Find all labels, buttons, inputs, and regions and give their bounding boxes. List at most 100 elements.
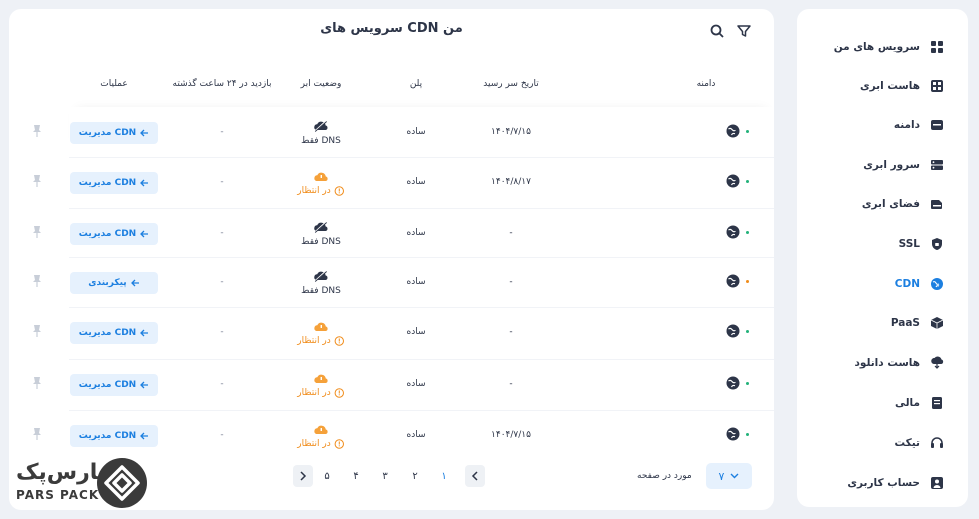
next-page-button[interactable] (293, 465, 313, 487)
sidebar-item-label: CDN (894, 278, 920, 290)
sidebar-item-ssl[interactable]: SSL (797, 230, 968, 258)
row-action-button[interactable]: پیکربندی (70, 272, 158, 294)
page-2[interactable]: ۲ (405, 465, 425, 487)
row-action-button[interactable]: مدیریت CDN (70, 374, 158, 396)
domain-status-dot (746, 231, 749, 234)
arrow-left-icon (140, 432, 149, 440)
pin-icon[interactable] (31, 324, 43, 338)
domain-status-dot (746, 130, 749, 133)
cloud-status-cell: فقط DNS (301, 208, 341, 258)
table-row: مدیریت CDN - در انتظار ساده - (9, 307, 774, 357)
table-row: پیکربندی - فقط DNS ساده - (9, 257, 774, 307)
domain-status-dot (746, 433, 749, 436)
action-label: پیکربندی (88, 278, 127, 288)
sidebar-item-cdn[interactable]: CDN (797, 270, 968, 298)
row-action-button[interactable]: مدیریت CDN (70, 223, 158, 245)
table-row: مدیریت CDN - در انتظار ساده ۱۴۰۴/۷/۱۵ (9, 410, 774, 460)
expiry-cell: - (509, 327, 513, 337)
page-4[interactable]: ۴ (346, 465, 366, 487)
sidebar-item-download-host[interactable]: هاست دانلود (797, 349, 968, 377)
action-label: مدیریت CDN (78, 328, 137, 338)
pin-icon[interactable] (31, 274, 43, 288)
arrow-left-icon (140, 381, 149, 389)
cloud-download-icon (930, 356, 944, 370)
plan-cell: ساده (406, 127, 426, 137)
sidebar-item-label: هاست ابری (859, 80, 920, 92)
sidebar-item-cloud-host[interactable]: هاست ابری (797, 72, 968, 100)
action-label: مدیریت CDN (78, 380, 137, 390)
plan-cell: ساده (406, 277, 426, 287)
prev-page-button[interactable] (465, 465, 485, 487)
cloud-dns-icon (313, 269, 328, 283)
pin-icon[interactable] (31, 124, 43, 138)
domain-globe-icon[interactable] (725, 224, 741, 240)
sidebar-item-ticket[interactable]: تیکت (797, 429, 968, 457)
grid-icon (930, 40, 944, 54)
row-action-button[interactable]: مدیریت CDN (70, 172, 158, 194)
sidebar: سرویس های من هاست ابری دامنه سرور ابری ف… (797, 9, 968, 507)
visits-cell: - (220, 127, 224, 137)
domain-globe-icon[interactable] (725, 123, 741, 139)
cloud-status-cell: در انتظار (297, 359, 345, 409)
expiry-cell: - (509, 277, 513, 287)
cloud-pending-icon (314, 374, 328, 383)
column-plan[interactable]: پلن (410, 79, 422, 89)
sidebar-item-cloud-server[interactable]: سرور ابری (797, 151, 968, 179)
row-action-button[interactable]: مدیریت CDN (70, 425, 158, 447)
column-visits[interactable]: بازدید در ۲۴ ساعت گذشته (173, 79, 272, 89)
server-icon (930, 158, 944, 172)
expiry-cell: ۱۴۰۴/۷/۱۵ (491, 430, 531, 440)
domain-status-dot (746, 280, 749, 283)
row-action-button[interactable]: مدیریت CDN (70, 322, 158, 344)
cloud-status-cell: در انتظار (297, 307, 345, 357)
action-label: مدیریت CDN (78, 128, 137, 138)
sidebar-item-cloud-storage[interactable]: فضای ابری (797, 190, 968, 218)
sidebar-item-label: PaaS (890, 317, 920, 329)
page-3[interactable]: ۳ (375, 465, 395, 487)
pin-icon[interactable] (31, 174, 43, 188)
domain-globe-icon[interactable] (725, 323, 741, 339)
page-5[interactable]: ۵ (317, 465, 337, 487)
warning-circle-icon (335, 438, 345, 449)
row-action-button[interactable]: مدیریت CDN (70, 122, 158, 144)
logo-mark-icon (97, 458, 147, 508)
sidebar-item-my-services[interactable]: سرویس های من (797, 33, 968, 61)
cloud-dns-icon (313, 220, 328, 234)
sidebar-item-account[interactable]: حساب کاربری (797, 469, 968, 497)
visits-cell: - (220, 430, 224, 440)
domain-globe-icon[interactable] (725, 173, 741, 189)
domain-icon (930, 118, 944, 132)
box-icon (930, 316, 944, 330)
status-text: در انتظار (297, 185, 331, 196)
page-title: سرویس های CDN من (320, 21, 463, 36)
page-1[interactable]: ۱ (434, 465, 454, 487)
status-text: فقط DNS (301, 285, 341, 296)
column-expiry[interactable]: تاریخ سر رسید (483, 79, 538, 89)
domain-globe-icon[interactable] (725, 273, 741, 289)
per-page-select[interactable]: ۷ (706, 463, 752, 489)
expiry-cell: ۱۴۰۴/۸/۱۷ (491, 177, 531, 187)
chevron-left-icon (471, 471, 478, 481)
domain-status-dot (746, 180, 749, 183)
status-pending: در انتظار (297, 388, 345, 398)
sidebar-item-domain[interactable]: دامنه (797, 111, 968, 139)
plan-cell: ساده (406, 228, 426, 238)
domain-globe-icon[interactable] (725, 375, 741, 391)
pin-icon[interactable] (31, 376, 43, 390)
table-row: مدیریت CDN - در انتظار ساده ۱۴۰۴/۸/۱۷ (9, 157, 774, 207)
table-header: دامنه تاریخ سر رسید پلن وضعیت ابر بازدید… (9, 65, 774, 105)
domain-globe-icon[interactable] (725, 426, 741, 442)
sidebar-item-finance[interactable]: مالی (797, 389, 968, 417)
pin-icon[interactable] (31, 427, 43, 441)
visits-cell: - (220, 177, 224, 187)
pin-icon[interactable] (31, 225, 43, 239)
column-cloud-status[interactable]: وضعیت ابر (301, 79, 342, 89)
filter-icon[interactable] (736, 23, 752, 39)
sidebar-item-paas[interactable]: PaaS (797, 309, 968, 337)
status-text: در انتظار (297, 335, 331, 346)
column-domain[interactable]: دامنه (697, 79, 716, 89)
search-icon[interactable] (709, 23, 725, 39)
cloud-pending-icon (314, 425, 328, 434)
per-page-value: ۷ (718, 469, 725, 483)
status-pending: در انتظار (297, 335, 345, 346)
